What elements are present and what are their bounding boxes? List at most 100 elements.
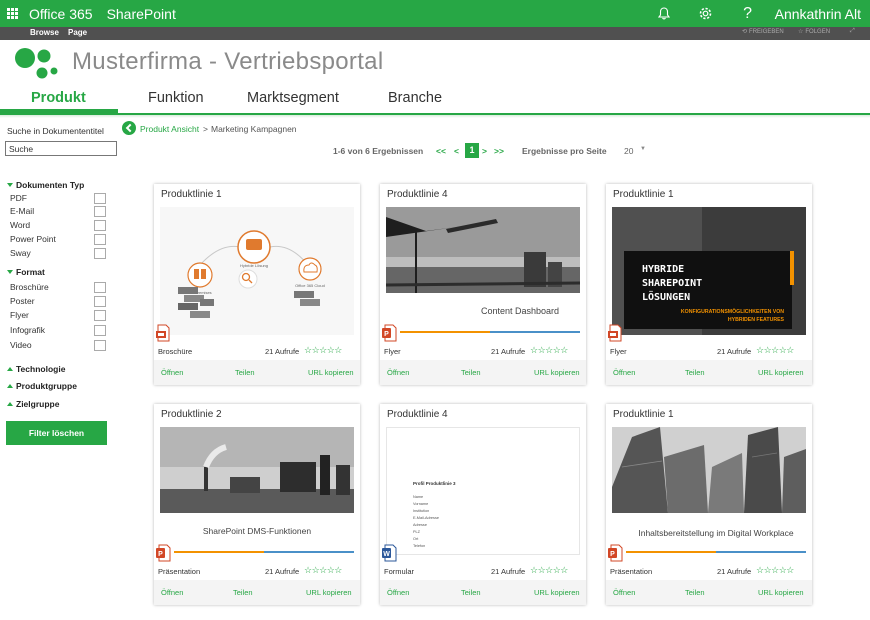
filter-dokumenten-typ[interactable]: Dokumenten Typ [7, 180, 84, 190]
share-link[interactable]: Teilen [235, 368, 255, 377]
filter-option-label: PDF [10, 193, 27, 203]
card-title[interactable]: Produktlinie 4 [387, 409, 448, 420]
breadcrumb-link[interactable]: Produkt Ansicht [140, 124, 199, 134]
open-link[interactable]: Öffnen [161, 368, 183, 377]
rating-stars[interactable]: ☆☆☆☆☆ [530, 345, 568, 356]
card-actions: Öffnen Teilen URL kopieren [154, 360, 360, 385]
document-card[interactable]: Produktlinie 1 HYBRIDE SHAREPOINT LÖSUNG… [606, 184, 812, 385]
rating-stars[interactable]: ☆☆☆☆☆ [304, 345, 342, 356]
rating-stars[interactable]: ☆☆☆☆☆ [756, 345, 794, 356]
copy-url-link[interactable]: URL kopieren [758, 368, 804, 377]
checkbox[interactable] [94, 220, 106, 231]
checkbox[interactable] [94, 325, 106, 336]
checkbox[interactable] [94, 340, 106, 351]
filter-option-flyer: Flyer [10, 310, 106, 322]
svg-text:P: P [384, 331, 389, 338]
copy-url-link[interactable]: URL kopieren [758, 588, 804, 597]
card-title[interactable]: Produktlinie 2 [161, 409, 222, 420]
pager-first[interactable]: << [436, 146, 446, 156]
checkbox[interactable] [94, 282, 106, 293]
filter-zielgruppe[interactable]: Zielgruppe [7, 399, 59, 409]
copy-url-link[interactable]: URL kopieren [534, 588, 580, 597]
checkbox[interactable] [94, 193, 106, 204]
tab-produkt[interactable]: Produkt [31, 90, 86, 106]
app-launcher-icon[interactable] [7, 8, 18, 19]
share-action[interactable]: ⟲ FREIGEBEN [742, 28, 784, 36]
pager-prev[interactable]: < [454, 146, 459, 156]
copy-url-link[interactable]: URL kopieren [534, 368, 580, 377]
card-title[interactable]: Produktlinie 4 [387, 189, 448, 200]
document-card[interactable]: Produktlinie 1 Hybride Lösung On-Premise… [154, 184, 360, 385]
rating-stars[interactable]: ☆☆☆☆☆ [530, 565, 568, 576]
tab-marktsegment[interactable]: Marktsegment [247, 90, 339, 106]
card-thumbnail[interactable]: Hybride Lösung On-Premises Office 365 Cl… [160, 207, 354, 335]
pager-current[interactable]: 1 [465, 143, 479, 158]
help-icon[interactable]: ? [727, 0, 769, 27]
company-logo [15, 48, 58, 79]
filter-produktgruppe[interactable]: Produktgruppe [7, 381, 77, 391]
nav-shadow [0, 115, 870, 118]
pdf-icon [156, 324, 170, 342]
suite-app-name[interactable]: SharePoint [107, 6, 176, 22]
ribbon-tab-browse[interactable]: Browse [30, 28, 59, 37]
tab-funktion[interactable]: Funktion [148, 90, 204, 106]
chevron-down-icon[interactable]: ▼ [640, 146, 646, 152]
suite-brand[interactable]: Office 365 [29, 6, 93, 22]
share-link[interactable]: Teilen [685, 588, 705, 597]
checkbox[interactable] [94, 248, 106, 259]
follow-label: FOLGEN [805, 28, 831, 35]
pager-last[interactable]: >> [494, 146, 504, 156]
filter-option-broschuere: Broschüre [10, 282, 106, 294]
copy-url-link[interactable]: URL kopieren [306, 588, 352, 597]
filter-option-infografik: Infografik [10, 325, 106, 337]
share-link[interactable]: Teilen [461, 368, 481, 377]
rating-stars[interactable]: ☆☆☆☆☆ [304, 565, 342, 576]
user-name[interactable]: Annkathrin Alt [775, 6, 861, 22]
card-thumbnail[interactable]: Content Dashboard [386, 207, 580, 335]
filter-technologie[interactable]: Technologie [7, 364, 65, 374]
card-thumbnail[interactable]: Inhaltsbereitstellung im Digital Workpla… [612, 427, 806, 555]
card-title[interactable]: Produktlinie 1 [613, 189, 674, 200]
card-title[interactable]: Produktlinie 1 [161, 189, 222, 200]
follow-action[interactable]: ☆ FOLGEN [798, 28, 831, 36]
share-link[interactable]: Teilen [461, 588, 481, 597]
copy-url-link[interactable]: URL kopieren [308, 368, 354, 377]
per-page-select[interactable]: 20 [624, 146, 633, 156]
checkbox[interactable] [94, 296, 106, 307]
rating-stars[interactable]: ☆☆☆☆☆ [756, 565, 794, 576]
document-card[interactable]: Produktlinie 4 Profil Produktlinie 3 Nam… [380, 404, 586, 605]
filter-option-label: Sway [10, 248, 31, 258]
card-title[interactable]: Produktlinie 1 [613, 409, 674, 420]
pager-next[interactable]: > [482, 146, 487, 156]
share-link[interactable]: Teilen [233, 588, 253, 597]
card-thumbnail[interactable]: HYBRIDE SHAREPOINT LÖSUNGEN KONFIGURATIO… [612, 207, 806, 335]
tab-branche[interactable]: Branche [388, 90, 442, 106]
share-link[interactable]: Teilen [685, 368, 705, 377]
clear-filters-button[interactable]: Filter löschen [6, 421, 107, 445]
open-link[interactable]: Öffnen [161, 588, 183, 597]
document-card[interactable]: Produktlinie 4 Content Dashboard P Flyer… [380, 184, 586, 385]
checkbox[interactable] [94, 234, 106, 245]
document-card[interactable]: Produktlinie 1 Inhaltsbereitstellung im … [606, 404, 812, 605]
focus-icon[interactable]: ⤢ [850, 28, 855, 35]
thumbnail-caption: Inhaltsbereitstellung im Digital Workpla… [638, 528, 794, 538]
open-link[interactable]: Öffnen [613, 368, 635, 377]
card-thumbnail[interactable]: SharePoint DMS-Funktionen [160, 427, 354, 555]
checkbox[interactable] [94, 206, 106, 217]
document-card[interactable]: Produktlinie 2 SharePoint DMS-Funktionen… [154, 404, 360, 605]
gear-icon[interactable] [685, 0, 727, 27]
back-arrow-icon[interactable] [122, 121, 136, 135]
open-link[interactable]: Öffnen [613, 588, 635, 597]
document-type: Präsentation [610, 567, 653, 576]
search-input[interactable] [5, 141, 117, 156]
card-thumbnail[interactable]: Profil Produktlinie 3 Name Vorname Insti… [386, 427, 580, 555]
open-link[interactable]: Öffnen [387, 368, 409, 377]
open-link[interactable]: Öffnen [387, 588, 409, 597]
filter-format[interactable]: Format [7, 267, 45, 277]
bell-icon[interactable] [643, 0, 685, 27]
ribbon-bar: Browse Page ⟲ FREIGEBEN ☆ FOLGEN ⤢ [0, 27, 870, 40]
ribbon-tab-page[interactable]: Page [68, 28, 87, 37]
form-field: Ort [413, 537, 419, 541]
checkbox[interactable] [94, 310, 106, 321]
filter-group-label: Zielgruppe [16, 399, 60, 409]
